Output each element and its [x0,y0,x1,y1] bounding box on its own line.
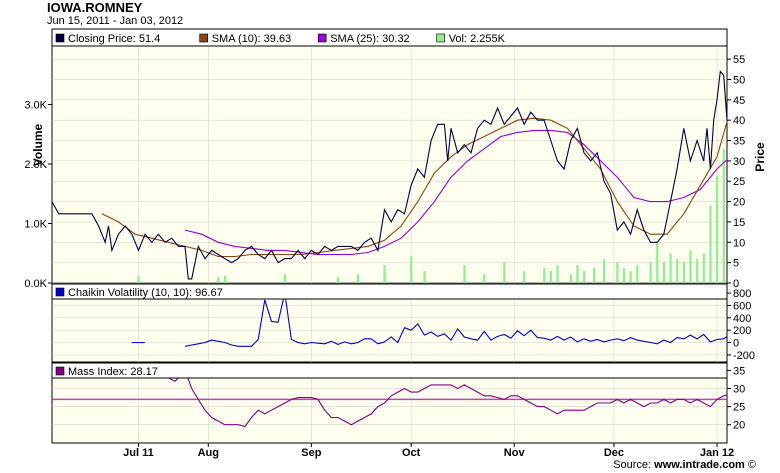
chaikin-tick-label: 600 [733,300,751,312]
chaikin-legend-label: Chaikin Volatility (10, 10): 96.67 [68,287,223,299]
x-tick-label: Sep [301,447,321,459]
volume-bar [336,277,340,283]
volume-tick-label: 3.0K [24,100,47,112]
price-tick-label: 45 [733,95,745,107]
mass-tick-label: 30 [733,384,745,396]
volume-bar [549,271,552,283]
price-legend-swatch [436,33,446,43]
price-tick-label: 20 [733,197,745,209]
price-legend-swatch [317,33,327,43]
volume-bar [649,262,652,283]
x-tick-label: Jul 11 [123,447,154,459]
chart-svg: 0510152025303540455055Price0.0K1.0K2.0K3… [24,28,767,459]
price-legend-label: Closing Price: 51.4 [68,33,160,45]
volume-bar [682,262,685,283]
volume-bar [662,262,666,283]
price-tick-label: 55 [733,54,745,66]
volume-bar [137,275,140,283]
price-tick-label: 10 [733,237,745,249]
volume-bar [523,271,526,283]
price-axis-label: Price [753,142,767,172]
source-link[interactable]: www.intrade.com [654,459,745,471]
price-legend-swatch [55,33,65,43]
source-credit: Source: www.intrade.com © [613,459,756,471]
volume-bar [383,265,386,283]
volume-bar [616,262,619,283]
volume-bar [576,265,579,283]
source-prefix: Source: [613,459,655,471]
volume-bar [356,274,360,283]
price-tick-label: 15 [733,217,745,229]
x-tick-label: Aug [198,447,219,459]
price-tick-label: 5 [733,258,739,270]
volume-bar [556,265,559,283]
chaikin-tick-label: 400 [733,313,751,325]
volume-tick-label: 1.0K [24,219,47,231]
volume-bar [669,253,672,283]
x-tick-label: Nov [504,447,526,459]
chaikin-tick-label: 800 [733,288,751,300]
mass-tick-label: 25 [733,402,745,414]
price-legend-label: SMA (25): 30.32 [330,33,410,45]
price-tick-label: 50 [733,74,745,86]
volume-bar [423,271,426,283]
chaikin-tick-label: 0 [733,338,739,350]
volume-bar [622,268,626,283]
chaikin-tick-label: -200 [733,350,755,362]
volume-bar [543,268,546,283]
price-legend-label: SMA (10): 39.63 [212,33,292,45]
volume-bar [709,205,712,283]
mass-tick-label: 35 [733,365,745,377]
volume-bar [223,275,227,283]
volume-bar [629,271,632,283]
volume-axis-label: Volume [31,123,45,166]
volume-bar [217,277,220,283]
price-tick-label: 25 [733,176,745,188]
volume-bar [656,241,659,283]
volume-bar [483,274,486,283]
mass-legend-label: Mass Index: 28.17 [68,366,158,378]
volume-bar [716,175,719,283]
mass-tick-label: 20 [733,420,745,432]
volume-bar [463,265,466,283]
volume-bar [696,259,699,283]
volume-bar [583,271,586,283]
volume-bar [702,253,705,283]
volume-bar [410,256,413,283]
volume-bar [689,250,692,283]
x-tick-label: Dec [604,447,624,459]
chaikin-tick-label: 200 [733,325,751,337]
price-tick-label: 30 [733,156,745,168]
source-suffix: © [744,459,756,471]
price-tick-label: 40 [733,115,745,127]
volume-bar [722,148,725,283]
volume-bar [592,268,596,283]
price-legend-swatch [199,33,208,43]
volume-bar [283,274,286,283]
volume-bar [503,262,506,283]
x-tick-label: Jan 12 [700,447,734,459]
mass-legend-swatch [55,366,65,376]
chaikin-legend-swatch [55,287,65,297]
volume-bar [569,274,572,283]
price-panel [51,28,728,284]
volume-tick-label: 0.0K [24,278,47,290]
price-tick-label: 35 [733,136,745,148]
volume-bar [602,259,606,283]
volume-bar [676,259,679,283]
x-tick-label: Oct [402,447,421,459]
volume-bar [636,265,639,283]
price-legend-label: Vol: 2.255K [449,33,506,45]
